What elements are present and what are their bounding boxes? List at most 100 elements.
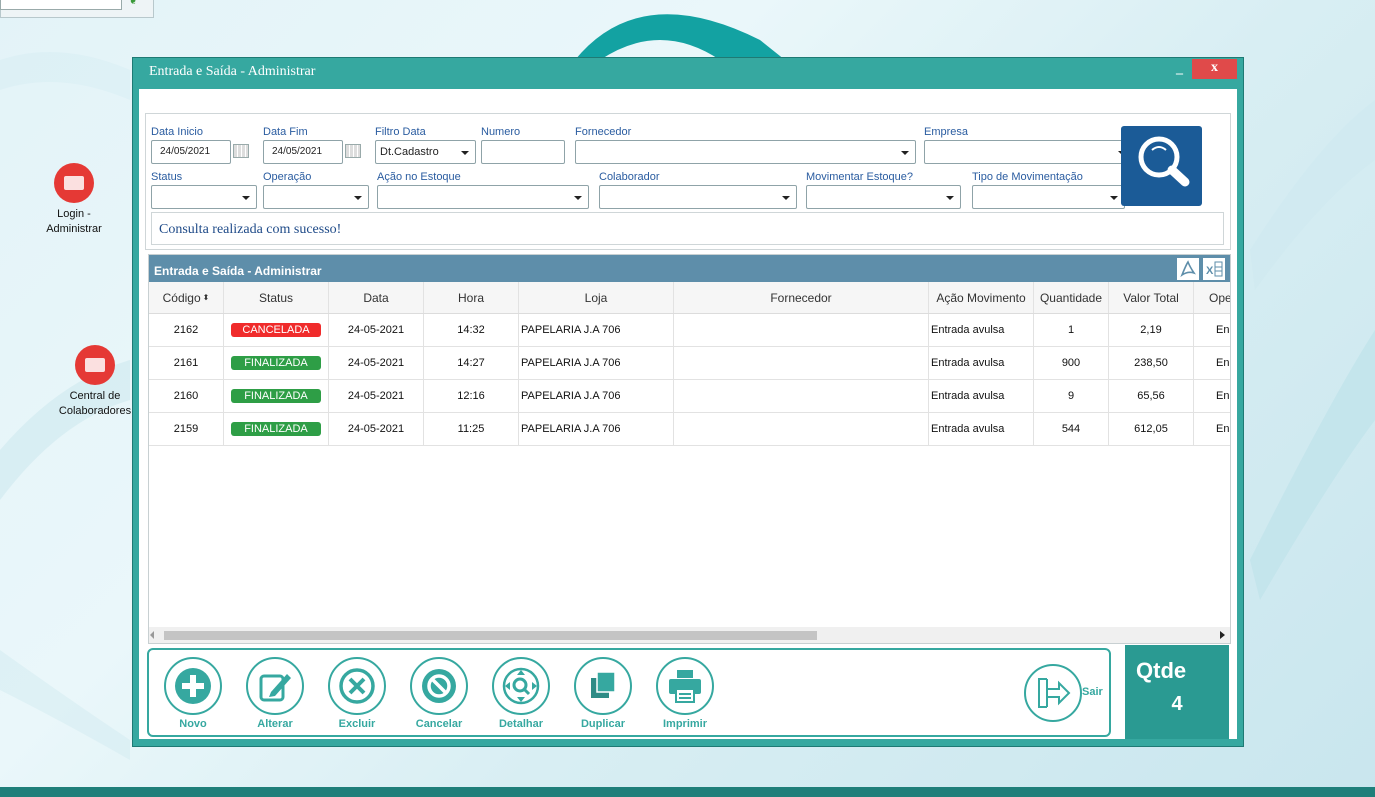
cell-acao: Entrada avulsa <box>929 314 1034 346</box>
cell-fornecedor <box>674 347 929 379</box>
col-header-hora[interactable]: Hora <box>424 282 519 313</box>
acao-estoque-label: Ação no Estoque <box>377 171 461 183</box>
cell-ope: En <box>1194 380 1230 412</box>
colaborador-select[interactable] <box>599 185 797 209</box>
table-row[interactable]: 2160 FINALIZADA 24-05-2021 12:16 PAPELARIA J… <box>149 380 1230 413</box>
desktop-top-input[interactable] <box>0 0 122 10</box>
table-row[interactable]: 2162 CANCELADA 24-05-2021 14:32 PAPELARIA J.… <box>149 314 1230 347</box>
detalhar-label: Detalhar <box>498 718 544 730</box>
col-header-quantidade[interactable]: Quantidade <box>1034 282 1109 313</box>
cell-acao: Entrada avulsa <box>929 380 1034 412</box>
cell-loja: PAPELARIA J.A 706 <box>519 314 674 346</box>
status-select[interactable] <box>151 185 257 209</box>
exit-icon <box>1038 678 1071 708</box>
col-header-codigo[interactable]: Código ⬍ <box>149 282 224 313</box>
qtde-label: Qtde <box>1136 658 1187 683</box>
status-message: Consulta realizada com sucesso! <box>151 212 1224 245</box>
cell-valor: 612,05 <box>1109 413 1194 445</box>
novo-label: Novo <box>179 718 207 730</box>
qtde-panel: Qtde 4 <box>1125 645 1229 739</box>
desktop-icon-colaboradores[interactable]: Central de Colaboradores <box>55 345 135 419</box>
excel-export-icon[interactable]: X <box>1203 258 1225 280</box>
numero-input[interactable] <box>481 140 565 164</box>
sair-button[interactable]: Sair <box>1024 664 1108 724</box>
print-icon <box>669 670 701 703</box>
cell-quantidade: 1 <box>1034 314 1109 346</box>
col-header-acao[interactable]: Ação Movimento <box>929 282 1034 313</box>
minimize-button[interactable]: – <box>1176 60 1183 88</box>
cell-ope: En <box>1194 413 1230 445</box>
table-row[interactable]: 2159 FINALIZADA 24-05-2021 11:25 PAPELARIA J… <box>149 413 1230 446</box>
acao-estoque-select[interactable] <box>377 185 589 209</box>
close-button[interactable]: x <box>1192 59 1237 79</box>
imprimir-button[interactable]: Imprimir <box>650 650 720 730</box>
sort-icon[interactable]: ⬍ <box>203 293 210 302</box>
col-header-fornecedor[interactable]: Fornecedor <box>674 282 929 313</box>
desktop-icon-login[interactable]: Login - Administrar <box>34 163 114 237</box>
grid-header-row: Código ⬍ Status Data Hora Loja Fornecedor… <box>149 282 1230 314</box>
duplicate-icon <box>591 671 616 698</box>
cell-status: FINALIZADA <box>224 380 329 412</box>
col-header-data[interactable]: Data <box>329 282 424 313</box>
col-header-loja[interactable]: Loja <box>519 282 674 313</box>
table-row[interactable]: 2161 FINALIZADA 24-05-2021 14:27 PAPELARIA J… <box>149 347 1230 380</box>
tipo-movimentacao-select[interactable] <box>972 185 1125 209</box>
cell-acao: Entrada avulsa <box>929 347 1034 379</box>
novo-button[interactable]: Novo <box>158 650 228 730</box>
login-app-icon <box>54 163 94 203</box>
cell-status: FINALIZADA <box>224 347 329 379</box>
pdf-export-icon[interactable] <box>1177 258 1199 280</box>
horizontal-scrollbar[interactable] <box>149 627 1230 643</box>
status-badge: FINALIZADA <box>231 389 321 403</box>
col-header-ope[interactable]: Ope <box>1194 282 1230 313</box>
numero-label: Numero <box>481 126 521 138</box>
taskbar <box>0 787 1375 797</box>
filtro-data-select[interactable]: Dt.Cadastro <box>375 140 476 164</box>
scroll-left-icon[interactable] <box>150 631 154 639</box>
cancelar-button[interactable]: Cancelar <box>404 650 474 730</box>
svg-text:X: X <box>1206 265 1214 277</box>
operacao-label: Operação <box>263 171 312 183</box>
cell-ope: En <box>1194 314 1230 346</box>
window-client-area: Data Inicio 24/05/2021 Data Fim 24/05/20… <box>139 89 1237 739</box>
duplicar-button[interactable]: Duplicar <box>568 650 638 730</box>
scrollbar-thumb[interactable] <box>164 631 817 640</box>
cell-hora: 11:25 <box>424 413 519 445</box>
alterar-button[interactable]: Alterar <box>240 650 310 730</box>
cell-quantidade: 900 <box>1034 347 1109 379</box>
sair-label: Sair <box>1082 686 1103 698</box>
data-inicio-input[interactable]: 24/05/2021 <box>151 140 231 164</box>
desktop-icon-colab-label-2: Colaboradores <box>58 405 132 417</box>
search-button[interactable] <box>1121 126 1202 206</box>
fornecedor-label: Fornecedor <box>575 126 632 138</box>
window-title: Entrada e Saída - Administrar <box>149 64 316 79</box>
col-header-status[interactable]: Status <box>224 282 329 313</box>
alterar-label: Alterar <box>257 718 293 730</box>
status-badge: CANCELADA <box>231 323 321 337</box>
fornecedor-select[interactable] <box>575 140 916 164</box>
excluir-button[interactable]: Excluir <box>322 650 392 730</box>
excluir-label: Excluir <box>338 718 376 730</box>
empresa-select[interactable] <box>924 140 1133 164</box>
data-inicio-label: Data Inicio <box>151 126 203 138</box>
results-grid: Entrada e Saída - Administrar X Código ⬍ … <box>148 254 1231 644</box>
movimentar-estoque-select[interactable] <box>806 185 961 209</box>
qtde-value: 4 <box>1171 693 1183 715</box>
duplicar-label: Duplicar <box>580 718 625 730</box>
cell-codigo: 2159 <box>149 413 224 445</box>
cell-data: 24-05-2021 <box>329 314 424 346</box>
cell-quantidade: 9 <box>1034 380 1109 412</box>
col-header-valor[interactable]: Valor Total <box>1109 282 1194 313</box>
cell-data: 24-05-2021 <box>329 347 424 379</box>
window-titlebar[interactable]: Entrada e Saída - Administrar – x <box>133 58 1243 88</box>
status-badge: FINALIZADA <box>231 356 321 370</box>
cell-status: CANCELADA <box>224 314 329 346</box>
calendar-icon[interactable] <box>345 144 361 158</box>
cell-hora: 14:32 <box>424 314 519 346</box>
operacao-select[interactable] <box>263 185 369 209</box>
calendar-icon[interactable] <box>233 144 249 158</box>
data-fim-input[interactable]: 24/05/2021 <box>263 140 343 164</box>
detalhar-button[interactable]: Detalhar <box>486 650 556 730</box>
desktop-icon-login-label-1: Login - <box>57 208 91 220</box>
scroll-right-icon[interactable] <box>1220 631 1225 639</box>
